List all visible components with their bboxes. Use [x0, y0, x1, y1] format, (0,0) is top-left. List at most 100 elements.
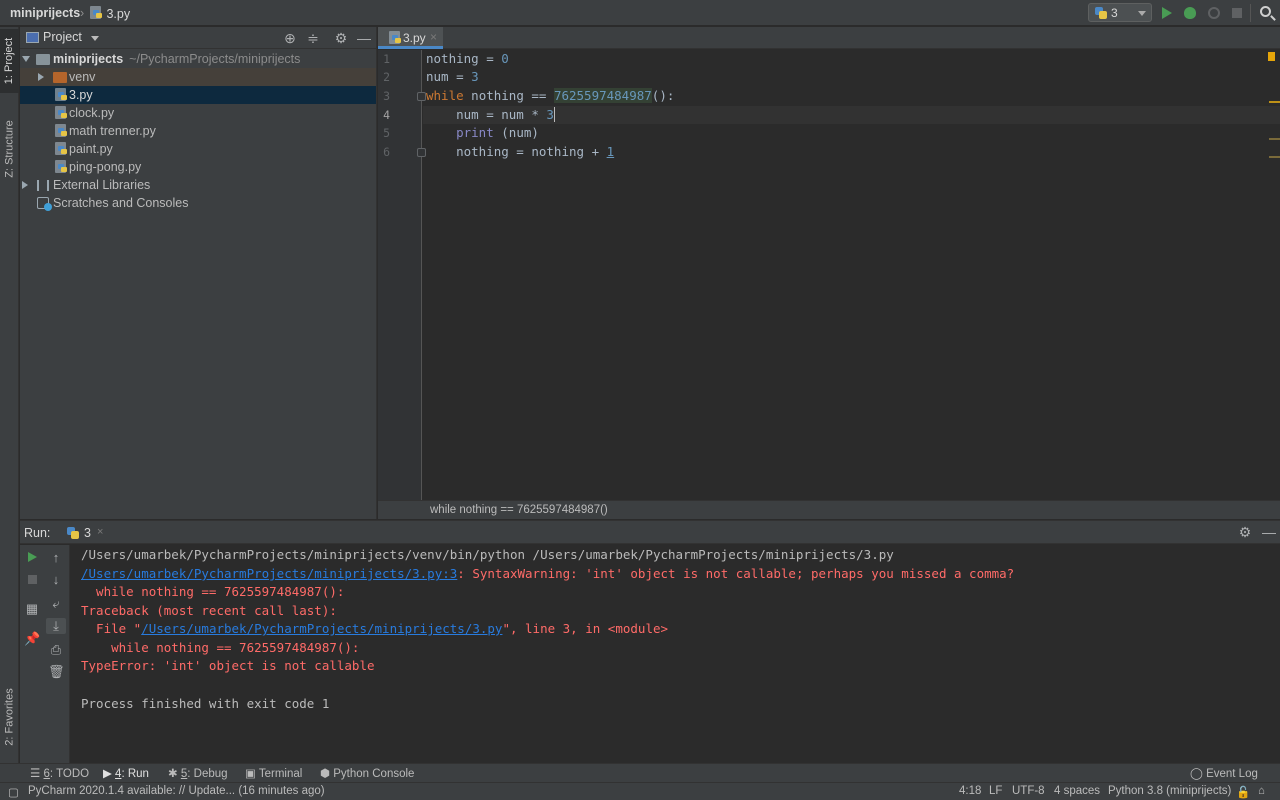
- tree-item-file[interactable]: ping-pong.py: [20, 158, 376, 176]
- error-stripe-marker[interactable]: [1269, 138, 1280, 140]
- fold-marker-icon[interactable]: [417, 92, 426, 101]
- code-number-highlighted: 7625597484987: [553, 88, 652, 103]
- run-configuration-select[interactable]: 3: [1088, 3, 1152, 22]
- print-icon[interactable]: ⎙: [48, 642, 64, 658]
- folder-icon: [36, 54, 50, 65]
- console-file-link[interactable]: /Users/umarbek/PycharmProjects/miniprije…: [141, 621, 502, 636]
- hide-panel-icon[interactable]: —: [1262, 525, 1276, 539]
- tool-tab-label: : Debug: [187, 768, 228, 780]
- tool-tab-debug[interactable]: ✱ 5: Debug: [168, 766, 228, 780]
- tool-tab-favorites[interactable]: 2: Favorites: [0, 675, 19, 759]
- tool-tab-structure-label: Z: Structure: [3, 120, 16, 178]
- soft-wrap-icon[interactable]: ⤶: [48, 596, 64, 612]
- tree-item-label: External Libraries: [53, 178, 151, 192]
- python-file-icon: [55, 142, 68, 156]
- tree-item-external-libraries[interactable]: External Libraries: [20, 176, 376, 194]
- console-traceback: Traceback (most recent call last):: [81, 603, 337, 618]
- code-number: 3: [471, 69, 479, 84]
- status-panel-toggle-icon[interactable]: ▢: [8, 785, 19, 799]
- file-encoding[interactable]: UTF-8: [1012, 785, 1045, 797]
- debug-button[interactable]: [1181, 4, 1199, 22]
- git-icon[interactable]: ⌂: [1258, 785, 1265, 797]
- tool-tab-label: Python Console: [333, 768, 415, 780]
- expand-arrow-icon[interactable]: [22, 56, 30, 62]
- hide-panel-icon[interactable]: —: [356, 30, 372, 46]
- run-button[interactable]: [1158, 4, 1176, 22]
- arrow-down-icon[interactable]: ↓: [48, 572, 64, 588]
- pin-icon[interactable]: 📌: [24, 631, 40, 647]
- fold-marker-icon[interactable]: [417, 148, 426, 157]
- tree-item-venv[interactable]: venv: [20, 68, 376, 86]
- code-editor[interactable]: 1 2 3 4 5 6 nothing = 0 num = 3 while no…: [378, 50, 1280, 500]
- console-warning-line: /Users/umarbek/PycharmProjects/miniprije…: [81, 564, 1014, 583]
- indent-setting[interactable]: 4 spaces: [1054, 785, 1100, 797]
- run-with-coverage-button[interactable]: [1205, 4, 1223, 22]
- breadcrumb-project[interactable]: miniprijects: [10, 6, 80, 20]
- folder-icon: [53, 72, 67, 83]
- search-everywhere-button[interactable]: [1258, 4, 1276, 22]
- line-separator[interactable]: LF: [989, 785, 1002, 797]
- status-message[interactable]: PyCharm 2020.1.4 available: // Update...…: [28, 785, 325, 797]
- expand-arrow-icon[interactable]: [22, 181, 28, 189]
- tool-tab-python-console[interactable]: ⬢ Python Console: [320, 766, 414, 780]
- console-file-link[interactable]: /Users/umarbek/PycharmProjects/miniprije…: [81, 566, 457, 581]
- close-icon[interactable]: ×: [430, 30, 437, 44]
- tree-item-file[interactable]: paint.py: [20, 140, 376, 158]
- list-icon: ☰: [30, 768, 44, 780]
- run-console[interactable]: /Users/umarbek/PycharmProjects/miniprije…: [71, 545, 1280, 763]
- expand-arrow-icon[interactable]: [38, 73, 44, 81]
- tool-tab-event-log[interactable]: ◯ Event Log: [1190, 766, 1258, 780]
- chevron-down-icon[interactable]: [91, 36, 99, 41]
- navigation-bar: miniprijects › 3.py 3: [0, 0, 1280, 26]
- tool-tab-todo[interactable]: ☰ 6: TODO: [30, 766, 89, 780]
- error-stripe-marker[interactable]: [1269, 156, 1280, 158]
- run-tab-3[interactable]: 3 ×: [62, 522, 110, 544]
- tool-tab-terminal[interactable]: ▣ Terminal: [245, 766, 302, 780]
- tree-item-label: 3.py: [69, 88, 93, 102]
- close-icon[interactable]: ×: [97, 526, 103, 538]
- stop-button[interactable]: [24, 572, 40, 588]
- console-traceback-code: while nothing == 7625597484987():: [81, 640, 360, 655]
- breadcrumb-file[interactable]: 3.py: [90, 6, 130, 21]
- rerun-button[interactable]: [24, 550, 40, 566]
- tree-item-file[interactable]: 3.py: [20, 86, 376, 104]
- code-line: num = 3: [426, 68, 479, 86]
- editor-tab-3py[interactable]: 3.py ×: [378, 27, 443, 49]
- console-traceback-file: File "/Users/umarbek/PycharmProjects/min…: [81, 619, 668, 638]
- tree-item-file[interactable]: clock.py: [20, 104, 376, 122]
- lock-icon[interactable]: 🔓: [1236, 785, 1250, 799]
- project-view-select[interactable]: Project: [43, 30, 82, 44]
- tool-tab-structure[interactable]: Z: Structure: [0, 109, 19, 189]
- trash-icon[interactable]: 🗑: [48, 664, 65, 680]
- tree-item-root[interactable]: miniprijects ~/PycharmProjects/miniprijec…: [20, 50, 376, 68]
- code-text: nothing = nothing +: [426, 144, 607, 159]
- layout-icon[interactable]: ▦: [24, 601, 40, 617]
- tool-tab-run[interactable]: ▶ 4: Run: [103, 766, 149, 780]
- tool-tab-label: : TODO: [49, 768, 90, 780]
- gear-icon[interactable]: ⚙: [333, 30, 349, 46]
- editor-gutter: 1 2 3 4 5 6: [378, 50, 426, 500]
- collapse-all-icon[interactable]: ≑: [305, 30, 321, 46]
- project-tool-window: Project ⊕ ≑ ⚙ — miniprijects ~/PycharmPro…: [20, 27, 377, 519]
- editor-breadcrumb[interactable]: while nothing == 7625597484987(): [430, 504, 608, 516]
- caret-position[interactable]: 4:18: [959, 785, 981, 797]
- arrow-up-icon[interactable]: ↑: [48, 550, 64, 566]
- tree-item-file[interactable]: math trenner.py: [20, 122, 376, 140]
- warning-indicator-icon[interactable]: [1268, 52, 1275, 61]
- console-exit-message: Process finished with exit code 1: [81, 696, 330, 711]
- stop-button[interactable]: [1228, 4, 1246, 22]
- error-stripe-marker[interactable]: [1269, 101, 1280, 103]
- line-number: 3: [383, 89, 390, 103]
- locate-file-icon[interactable]: ⊕: [282, 30, 298, 46]
- gear-icon[interactable]: ⚙: [1238, 525, 1252, 539]
- project-panel-header: Project ⊕ ≑ ⚙ —: [20, 27, 376, 49]
- breadcrumb-file-label: 3.py: [106, 7, 131, 21]
- stop-icon: [27, 575, 37, 584]
- code-number: 1: [606, 144, 615, 159]
- tree-root-path: ~/PycharmProjects/miniprijects: [129, 52, 301, 66]
- tool-tab-project[interactable]: 1: Project: [0, 29, 19, 93]
- tree-item-scratches[interactable]: Scratches and Consoles: [20, 194, 376, 212]
- code-builtin: print: [456, 125, 494, 140]
- python-interpreter[interactable]: Python 3.8 (miniprijects): [1108, 785, 1231, 797]
- scroll-to-end-icon[interactable]: ⤓: [46, 618, 66, 634]
